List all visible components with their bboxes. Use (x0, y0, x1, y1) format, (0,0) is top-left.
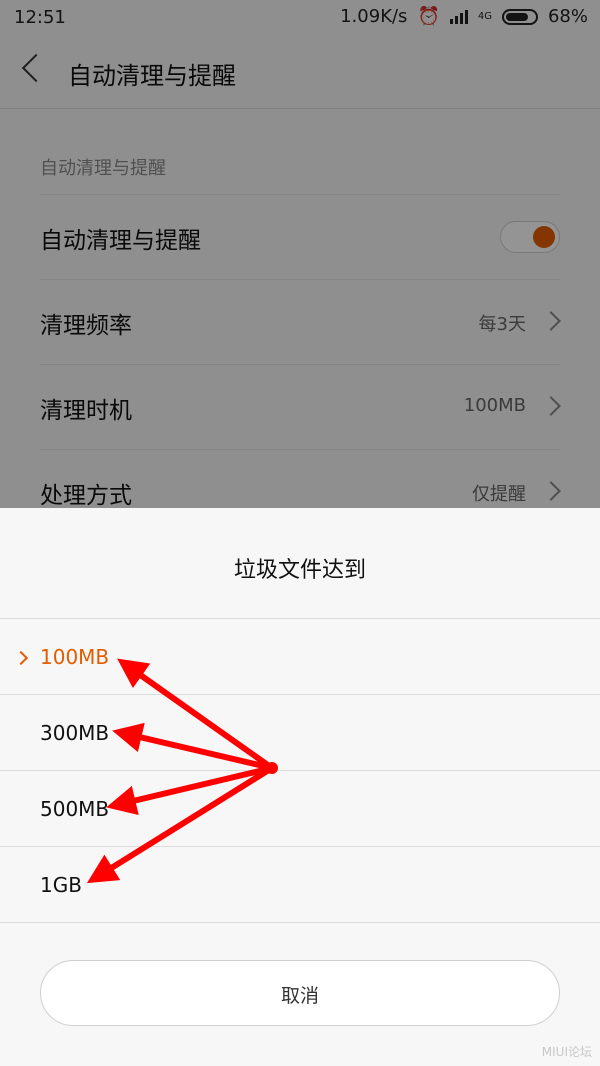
cancel-button[interactable]: 取消 (40, 960, 560, 1026)
option-100mb[interactable]: 100MB (0, 619, 600, 695)
option-500mb[interactable]: 500MB (0, 771, 600, 847)
option-label: 100MB (40, 645, 110, 669)
cancel-label: 取消 (280, 985, 319, 1007)
option-label: 1GB (40, 873, 82, 897)
settings-screen: 12:51 1.09K/s ⏰ 4G 68% 自动清理与提醒 自动清理与提醒 自… (0, 0, 600, 1066)
sheet-title: 垃圾文件达到 (233, 558, 366, 583)
bottom-sheet: 垃圾文件达到 100MB 300MB 500MB 1GB 取消 (0, 508, 600, 1066)
option-300mb[interactable]: 300MB (0, 695, 600, 771)
check-icon (13, 650, 29, 666)
option-1gb[interactable]: 1GB (0, 847, 600, 923)
option-label: 500MB (40, 797, 110, 821)
option-label: 300MB (40, 721, 110, 745)
watermark-logo: MIUI论坛 (541, 1045, 592, 1059)
